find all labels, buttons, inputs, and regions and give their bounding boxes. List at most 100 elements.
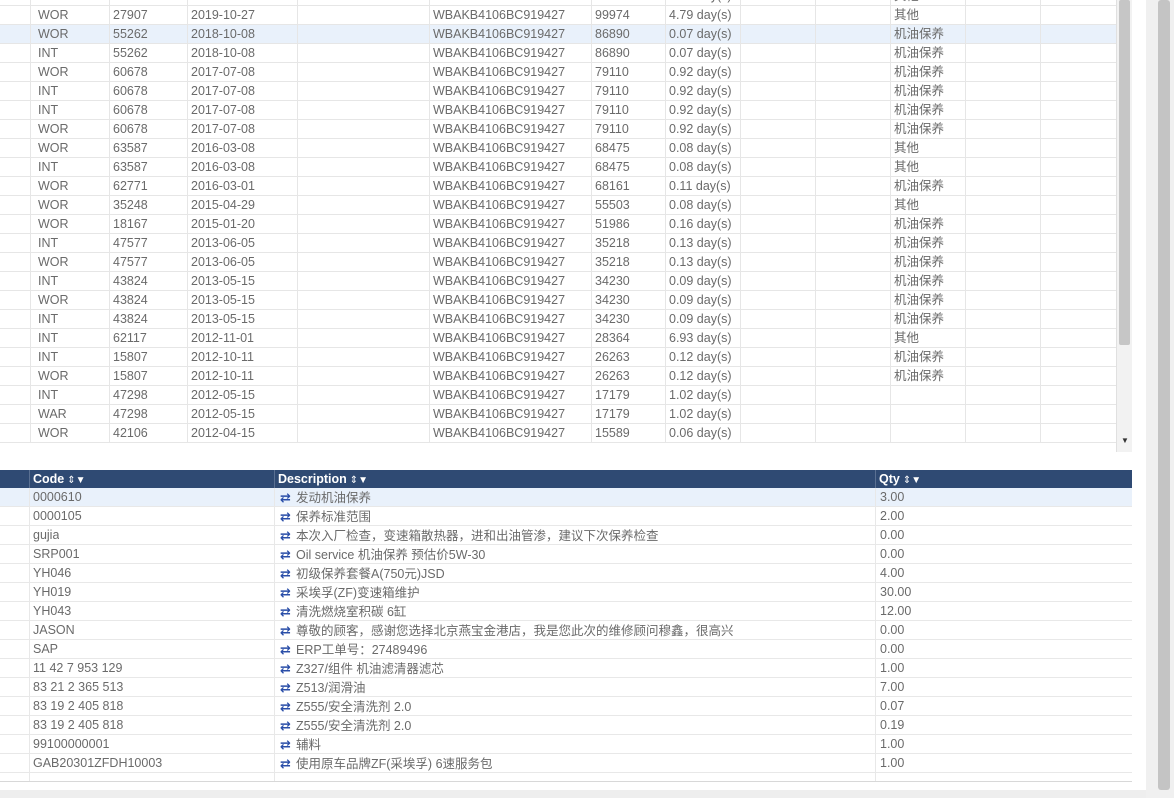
transfer-arrows-icon[interactable]: ⇄: [280, 507, 296, 526]
history-row[interactable]: INT 60678 2017-07-08 WBAKB4106BC919427 79110…: [0, 82, 1116, 101]
column-divider: [187, 215, 188, 233]
sort-filter-icon[interactable]: ⇕▼: [903, 475, 921, 486]
history-cell-category: 机油保养: [894, 103, 945, 117]
column-divider: [815, 6, 816, 24]
history-cell-category: 机油保养: [894, 293, 945, 307]
page-scroll-thumb[interactable]: [1158, 0, 1170, 790]
history-row[interactable]: INT 47298 2012-05-15 WBAKB4106BC919427 17179…: [0, 386, 1116, 405]
history-cell-type: WOR: [38, 217, 69, 231]
history-row[interactable]: INT 55262 2018-10-08 WBAKB4106BC919427 86890…: [0, 44, 1116, 63]
history-cell-type: INT: [38, 46, 59, 60]
history-row[interactable]: WOR 55262 2018-10-08 WBAKB4106BC919427 86890…: [0, 25, 1116, 44]
job-item-row[interactable]: SAP ⇄ ERP工单号：27489496 0.00: [0, 640, 1132, 659]
job-item-row[interactable]: 11 42 7 953 129 ⇄ Z327/组件 机油滤清器滤芯 1.00: [0, 659, 1132, 678]
history-cell-mileage: 26263: [595, 350, 630, 364]
scroll-down-arrow-icon[interactable]: ▼: [1120, 436, 1130, 446]
job-item-description-cell: ⇄ 尊敬的顾客，感谢您选择北京燕宝金港店，我是您此次的维修顾问穆鑫，很高兴: [280, 621, 870, 640]
history-row[interactable]: INT 43824 2013-05-15 WBAKB4106BC919427 34230…: [0, 310, 1116, 329]
job-item-description: ERP工单号：27489496: [296, 643, 428, 657]
column-header-qty[interactable]: Qty ⇕▼: [879, 470, 921, 488]
job-item-row[interactable]: 0000105 ⇄ 保养标准范围 2.00: [0, 507, 1132, 526]
history-row[interactable]: WOR 60678 2017-07-08 WBAKB4106BC919427 79110…: [0, 63, 1116, 82]
history-row[interactable]: WOR 63587 2016-03-08 WBAKB4106BC919427 68475…: [0, 139, 1116, 158]
job-item-qty: 1.00: [880, 661, 905, 675]
history-row[interactable]: WOR 60678 2017-07-08 WBAKB4106BC919427 79110…: [0, 120, 1116, 139]
job-item-row[interactable]: YH019 ⇄ 采埃孚(ZF)变速箱维护 30.00: [0, 583, 1132, 602]
history-cell-category: 机油保养: [894, 236, 945, 250]
history-row[interactable]: WOR 62771 2016-03-01 WBAKB4106BC919427 68161…: [0, 177, 1116, 196]
job-item-row[interactable]: 99100000001 ⇄ 辅料 1.00: [0, 735, 1132, 754]
column-divider: [429, 291, 430, 309]
history-row[interactable]: INT 15807 2012-10-11 WBAKB4106BC919427 26263…: [0, 348, 1116, 367]
transfer-arrows-icon[interactable]: ⇄: [280, 640, 296, 659]
sort-filter-icon[interactable]: ⇕▼: [350, 475, 368, 486]
history-grid-scroll-thumb[interactable]: [1119, 0, 1130, 345]
column-divider: [815, 234, 816, 252]
history-cell-date: 2016-03-08: [191, 141, 255, 155]
transfer-arrows-icon[interactable]: ⇄: [280, 526, 296, 545]
column-divider: [187, 0, 188, 5]
transfer-arrows-icon[interactable]: ⇄: [280, 583, 296, 602]
transfer-arrows-icon[interactable]: ⇄: [280, 716, 296, 735]
job-item-row[interactable]: 83 19 2 405 818 ⇄ Z555/安全清洗剂 2.0 0.07: [0, 697, 1132, 716]
transfer-arrows-icon[interactable]: ⇄: [280, 659, 296, 678]
column-header-code[interactable]: Code ⇕▼: [33, 470, 86, 488]
job-item-description: Z555/安全清洗剂 2.0: [296, 719, 412, 733]
history-cell-type: INT: [38, 274, 59, 288]
column-divider: [297, 272, 298, 290]
column-header-description[interactable]: Description ⇕▼: [278, 470, 368, 488]
transfer-arrows-icon[interactable]: ⇄: [280, 697, 296, 716]
job-item-row[interactable]: SRP001 ⇄ Oil service 机油保养 预估价5W-30 0.00: [0, 545, 1132, 564]
history-row[interactable]: INT 63587 2016-03-08 WBAKB4106BC919427 68475…: [0, 158, 1116, 177]
history-row[interactable]: INT 60678 2017-07-08 WBAKB4106BC919427 79110…: [0, 101, 1116, 120]
sort-filter-icon[interactable]: ⇕▼: [67, 475, 85, 486]
history-row[interactable]: WAR 47298 2012-05-15 WBAKB4106BC919427 17179…: [0, 405, 1116, 424]
job-item-row[interactable]: 0000610 ⇄ 发动机油保养 3.00: [0, 488, 1132, 507]
history-row[interactable]: WOR 27907 2019-10-27 WBAKB4106BC919427 99974…: [0, 6, 1116, 25]
history-row[interactable]: WOR 15807 2012-10-11 WBAKB4106BC919427 26263…: [0, 367, 1116, 386]
job-item-row[interactable]: 83 21 2 365 513 ⇄ Z513/润滑油 7.00: [0, 678, 1132, 697]
history-row[interactable]: WOR 18167 2015-01-20 WBAKB4106BC919427 51986…: [0, 215, 1116, 234]
job-item-row[interactable]: gujia ⇄ 本次入厂检查，变速箱散热器，进和出油管渗，建议下次保养检查 0.00: [0, 526, 1132, 545]
job-item-row[interactable]: YH043 ⇄ 清洗燃烧室积碳 6缸 12.00: [0, 602, 1132, 621]
job-item-row[interactable]: JASON ⇄ 尊敬的顾客，感谢您选择北京燕宝金港店，我是您此次的维修顾问穆鑫，很高…: [0, 621, 1132, 640]
page-vertical-scrollbar[interactable]: [1146, 0, 1174, 798]
history-grid-vertical-scrollbar[interactable]: ▼: [1116, 0, 1132, 452]
job-item-row[interactable]: YH046 ⇄ 初级保养套餐A(750元)JSD 4.00: [0, 564, 1132, 583]
column-divider: [591, 25, 592, 43]
job-item-qty: 0.00: [880, 528, 905, 542]
job-item-row[interactable]: GAB20301ZFDH10003 ⇄ 使用原车品牌ZF(采埃孚) 6速服务包 1.0…: [0, 754, 1132, 773]
job-item-description: 辅料: [296, 738, 322, 752]
column-divider: [815, 272, 816, 290]
history-cell-date: 2015-01-20: [191, 217, 255, 231]
history-cell-date: 2019-10-27: [191, 8, 255, 22]
history-row[interactable]: WOR 47577 2013-06-05 WBAKB4106BC919427 35218…: [0, 253, 1116, 272]
history-cell-category: 其他: [894, 141, 920, 155]
history-cell-vin: WBAKB4106BC919427: [433, 46, 566, 60]
history-row[interactable]: WOR 42106 2012-04-15 WBAKB4106BC919427 15589…: [0, 424, 1116, 443]
column-divider: [815, 291, 816, 309]
transfer-arrows-icon[interactable]: ⇄: [280, 621, 296, 640]
history-row[interactable]: INT 62117 2012-11-01 WBAKB4106BC919427 28364…: [0, 329, 1116, 348]
transfer-arrows-icon[interactable]: ⇄: [280, 545, 296, 564]
transfer-arrows-icon[interactable]: ⇄: [280, 678, 296, 697]
job-item-description: 使用原车品牌ZF(采埃孚) 6速服务包: [296, 757, 493, 771]
history-row[interactable]: WOR 35248 2015-04-29 WBAKB4106BC919427 55503…: [0, 196, 1116, 215]
column-divider: [1040, 0, 1041, 5]
history-cell-category: 机油保养: [894, 255, 945, 269]
column-divider: [30, 82, 31, 100]
transfer-arrows-icon[interactable]: ⇄: [280, 488, 296, 507]
transfer-arrows-icon[interactable]: ⇄: [280, 754, 296, 773]
history-cell-date: 2013-05-15: [191, 274, 255, 288]
column-divider: [965, 405, 966, 423]
column-divider: [875, 488, 876, 781]
history-row[interactable]: INT 47577 2013-06-05 WBAKB4106BC919427 35218…: [0, 234, 1116, 253]
transfer-arrows-icon[interactable]: ⇄: [280, 735, 296, 754]
history-row[interactable]: WOR 43824 2013-05-15 WBAKB4106BC919427 34230…: [0, 291, 1116, 310]
column-divider: [429, 196, 430, 214]
column-divider: [297, 25, 298, 43]
job-item-row[interactable]: 83 19 2 405 818 ⇄ Z555/安全清洗剂 2.0 0.19: [0, 716, 1132, 735]
transfer-arrows-icon[interactable]: ⇄: [280, 564, 296, 583]
history-row[interactable]: INT 43824 2013-05-15 WBAKB4106BC919427 34230…: [0, 272, 1116, 291]
transfer-arrows-icon[interactable]: ⇄: [280, 602, 296, 621]
